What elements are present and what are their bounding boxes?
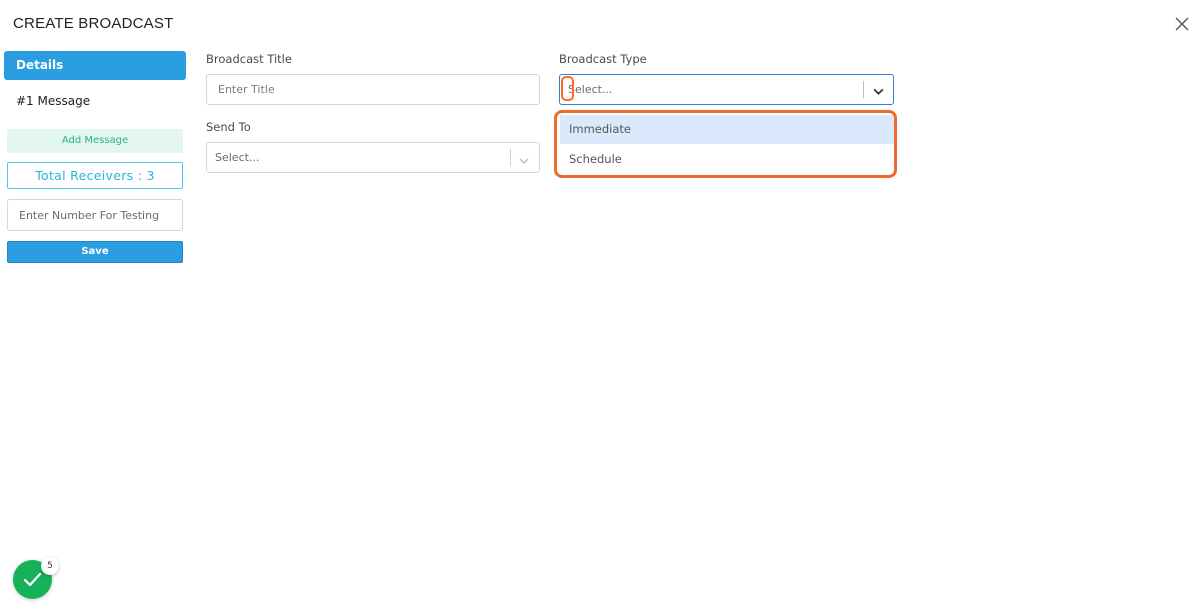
broadcast-title-input[interactable] [206,74,540,105]
sidebar-item-details[interactable]: Details [4,51,186,80]
option-schedule[interactable]: Schedule [560,145,894,174]
status-widget[interactable]: 5 [13,557,61,601]
send-to-select[interactable]: Select... [206,142,540,173]
chevron-down-icon[interactable] [518,152,530,171]
modal-title: CREATE BROADCAST [13,15,174,32]
cursor-highlight [561,76,574,101]
option-immediate[interactable]: Immediate [560,115,894,144]
broadcast-type-placeholder: Select... [568,83,613,96]
sidebar-item-message[interactable]: #1 Message [16,94,90,108]
broadcast-type-label: Broadcast Type [559,52,647,66]
save-button[interactable]: Save [7,241,183,263]
broadcast-type-select[interactable]: Select... [559,74,894,105]
send-to-label: Send To [206,120,251,134]
broadcast-title-label: Broadcast Title [206,52,292,66]
broadcast-type-menu: Immediate Schedule [554,110,897,178]
close-icon [1175,17,1189,31]
count-badge: 5 [41,557,59,575]
test-number-input[interactable] [7,199,183,231]
total-receivers-badge: Total Receivers : 3 [7,162,183,189]
select-separator [863,81,864,98]
add-message-button[interactable]: Add Message [7,129,183,153]
select-separator [510,149,511,166]
close-button[interactable] [1172,14,1192,34]
chevron-down-icon[interactable] [872,83,885,102]
send-to-placeholder: Select... [215,151,260,164]
